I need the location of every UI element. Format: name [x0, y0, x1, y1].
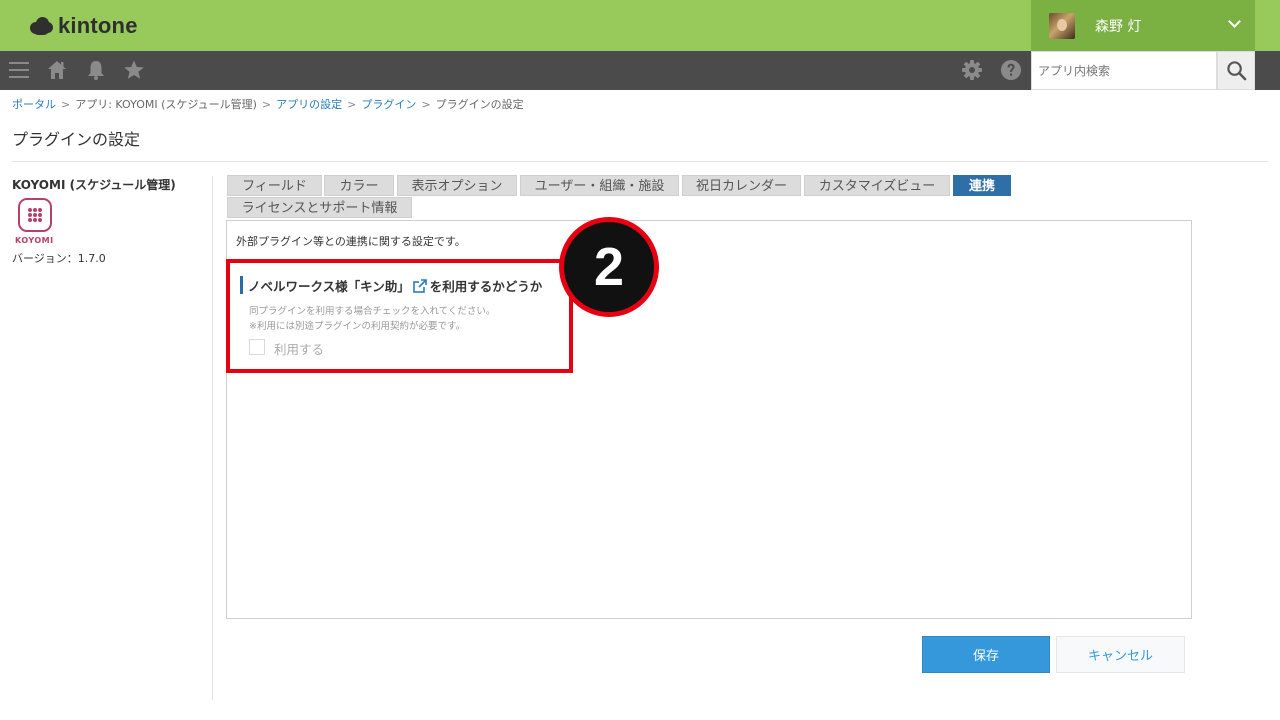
save-button[interactable]: 保存: [922, 636, 1050, 673]
kintone-logo[interactable]: kintone: [28, 12, 138, 40]
plugin-version: バージョン：1.7.0: [12, 252, 106, 265]
logo-text: kintone: [58, 13, 138, 38]
help-icon[interactable]: [1000, 59, 1022, 81]
top-header: kintone 森野 灯: [0, 0, 1280, 51]
highlight-box: [226, 259, 573, 373]
tab-color[interactable]: カラー: [324, 175, 394, 196]
breadcrumb-app[interactable]: アプリ: KOYOMI (スケジュール管理): [75, 98, 257, 111]
tab-holiday-calendar[interactable]: 祝日カレンダー: [682, 175, 801, 196]
cancel-button[interactable]: キャンセル: [1056, 636, 1185, 673]
tab-customize-view[interactable]: カスタマイズビュー: [804, 175, 950, 196]
chevron-down-icon: [1228, 15, 1241, 28]
tab-users-orgs-facilities[interactable]: ユーザー・組織・施設: [520, 175, 679, 196]
breadcrumb-separator: >: [421, 98, 431, 111]
app-search-input[interactable]: [1031, 51, 1217, 90]
avatar: [1049, 12, 1075, 39]
search-button[interactable]: [1217, 51, 1255, 90]
panel-description: 外部プラグイン等との連携に関する設定です。: [236, 235, 466, 248]
page-title: プラグインの設定: [12, 130, 141, 149]
step-badge: 2: [559, 217, 659, 317]
breadcrumb-separator: >: [61, 98, 71, 111]
breadcrumb-portal[interactable]: ポータル: [12, 98, 56, 111]
koyomi-calendar-icon: [18, 198, 52, 232]
breadcrumb-plugin[interactable]: プラグイン: [361, 98, 416, 111]
breadcrumb-app-settings[interactable]: アプリの設定: [276, 98, 342, 111]
sidebar-divider: [212, 176, 213, 700]
breadcrumb-separator: >: [347, 98, 357, 111]
star-icon[interactable]: [123, 59, 145, 81]
breadcrumb: ポータル > アプリ: KOYOMI (スケジュール管理) > アプリの設定 > プラグイン…: [12, 96, 524, 112]
tab-integration[interactable]: 連携: [953, 175, 1011, 196]
breadcrumb-current: プラグインの設定: [435, 98, 524, 111]
search-icon: [1227, 61, 1247, 81]
breadcrumb-separator: >: [261, 98, 272, 111]
user-menu[interactable]: 森野 灯: [1031, 0, 1255, 51]
plugin-logo-text: KOYOMI: [15, 236, 54, 245]
kintone-cloud-icon: [28, 16, 54, 36]
user-name: 森野 灯: [1095, 18, 1142, 35]
plugin-name: KOYOMI (スケジュール管理): [12, 178, 176, 192]
menu-icon[interactable]: [8, 59, 30, 81]
home-icon[interactable]: [46, 59, 68, 81]
bell-icon[interactable]: [85, 59, 107, 81]
tab-field[interactable]: フィールド: [227, 175, 322, 196]
tab-display-options[interactable]: 表示オプション: [397, 175, 517, 196]
tab-license-support[interactable]: ライセンスとサポート情報: [227, 197, 412, 218]
divider: [12, 161, 1268, 162]
gear-icon[interactable]: [961, 59, 983, 81]
